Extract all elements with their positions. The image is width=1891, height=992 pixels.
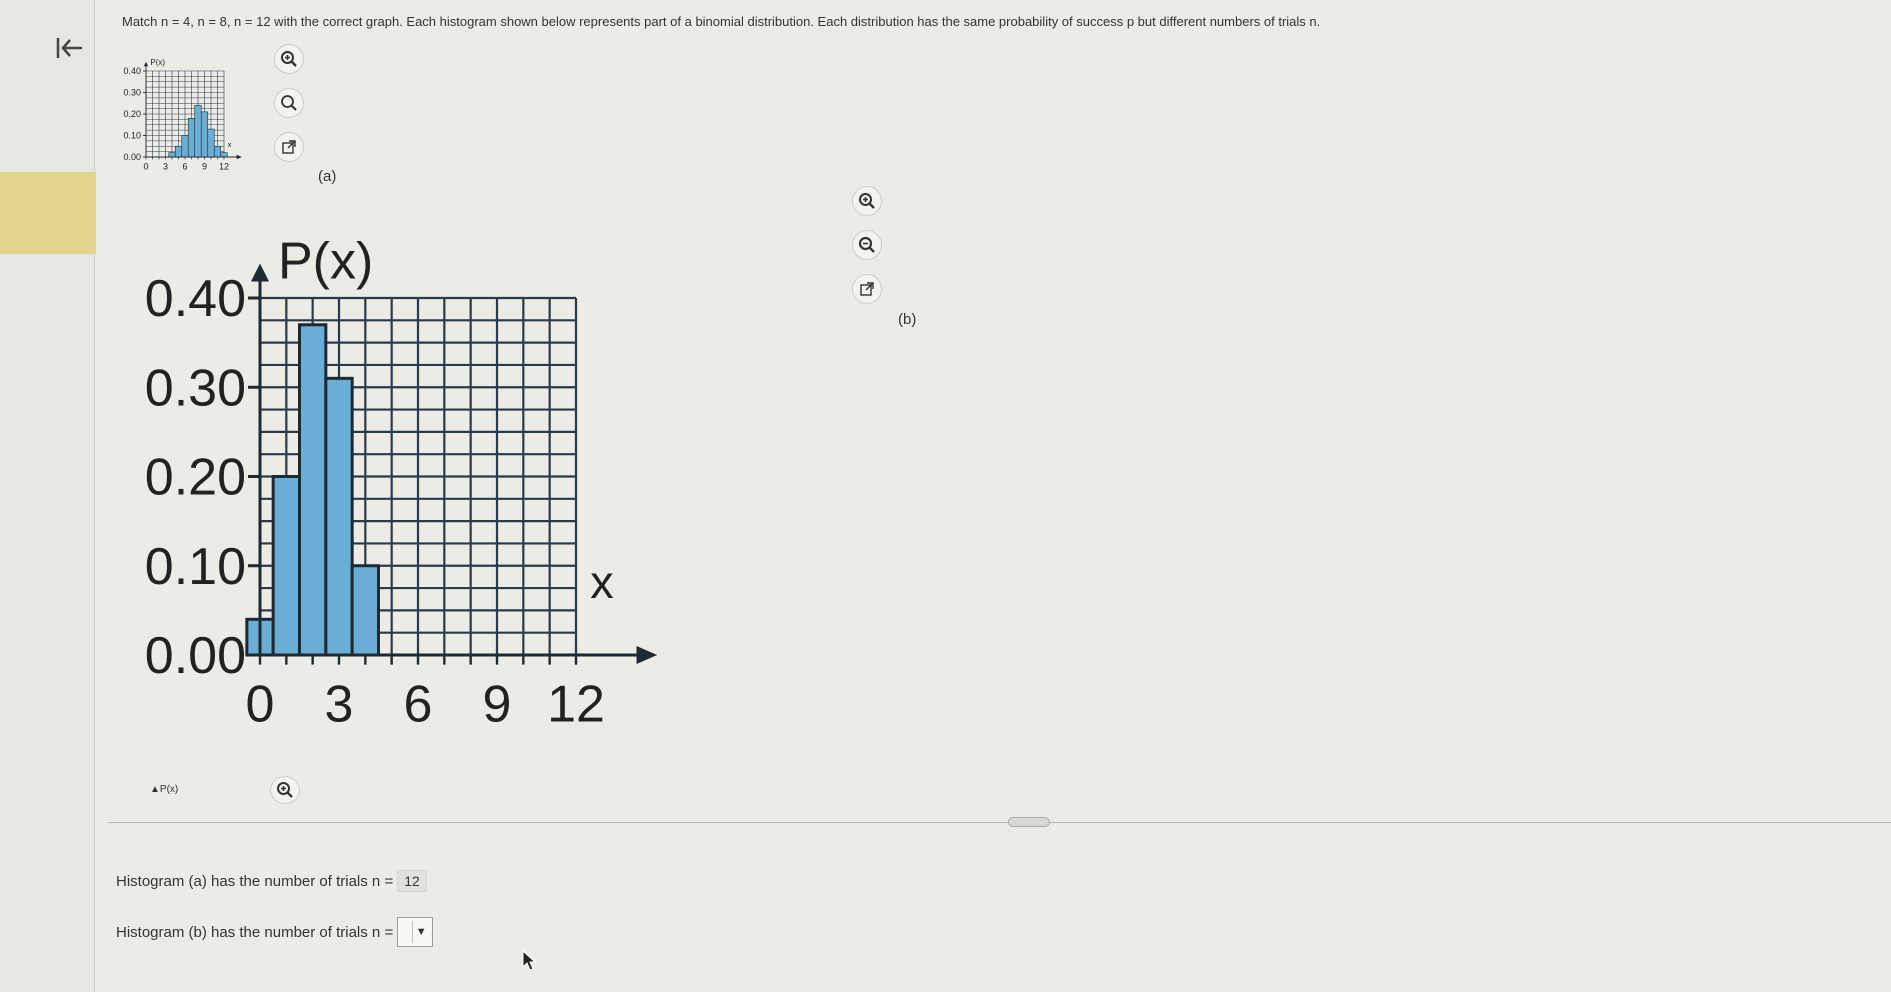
- answer-b-dropdown[interactable]: ▼: [397, 917, 434, 947]
- answer-b-text: Histogram (b) has the number of trials n…: [116, 923, 394, 941]
- y-tick-label: 0.20: [145, 449, 246, 507]
- x-axis-arrow-icon: [236, 154, 242, 160]
- histogram-b-zoom-in-button[interactable]: [852, 186, 882, 216]
- x-tick-label: 9: [483, 676, 512, 734]
- x-tick-label: 6: [404, 676, 433, 734]
- histogram-c-axis-text: P(x): [159, 784, 179, 795]
- n-value-1: n = 4: [161, 14, 191, 29]
- y-axis-label: P(x): [150, 58, 165, 67]
- resize-handle[interactable]: [1008, 817, 1050, 827]
- histogram-bar: [187, 118, 196, 158]
- x-tick-label: 9: [202, 161, 207, 171]
- x-tick-label: 12: [547, 676, 605, 734]
- axis-arrow-icon: ▲: [150, 784, 160, 795]
- histogram-bar: [220, 152, 228, 158]
- x-tick-label: 6: [182, 161, 187, 171]
- zoom-in-icon: [281, 51, 297, 67]
- y-axis-arrow-icon: [143, 61, 149, 67]
- y-tick-label: 0.30: [145, 359, 246, 417]
- popout-icon: [282, 140, 296, 154]
- panel-divider: [108, 822, 1891, 823]
- histogram-bar: [181, 135, 189, 158]
- y-tick-label: 0.20: [123, 109, 141, 119]
- histogram-b-zoom-out-button[interactable]: [852, 230, 882, 260]
- histogram-a-label: (a): [318, 168, 337, 185]
- histogram-c-zoom-in-button[interactable]: [270, 776, 300, 804]
- question-text: Match n = 4, n = 8, n = 12 with the corr…: [122, 14, 1321, 29]
- question-prefix: Match: [122, 14, 162, 29]
- histogram-b: 0.00 0.10 0.20 0.30 0.40 0 3 6 9 12 P(x) x: [145, 232, 658, 734]
- histogram-bar: [213, 145, 222, 158]
- question-suffix: with the correct graph. Each histogram s…: [270, 14, 1321, 29]
- x-tick-label: 3: [163, 161, 168, 171]
- x-axis-label: x: [590, 556, 613, 608]
- y-tick-label: 0.30: [123, 88, 141, 98]
- histogram-bar: [174, 145, 183, 158]
- histogram-a-zoom-in-button[interactable]: [274, 44, 304, 74]
- y-axis-arrow-icon: [251, 263, 269, 282]
- x-tick-label: 0: [246, 676, 275, 734]
- histogram-bar: [168, 152, 176, 158]
- y-tick-label: 0.40: [145, 270, 246, 328]
- x-tick-label: 3: [325, 676, 354, 734]
- histogram-bar: [298, 323, 328, 657]
- histogram-bar: [200, 111, 209, 158]
- histogram-a-zoom-out-button[interactable]: [274, 88, 304, 118]
- zoom-out-icon: [281, 95, 297, 111]
- histogram-a: 0.00 0.10 0.20 0.30 0.40 0 3 6 9 12 P(x) x: [123, 58, 242, 171]
- x-tick-label: 12: [219, 161, 229, 171]
- x-tick-label: 0: [143, 161, 148, 171]
- histogram-a-popout-button[interactable]: [274, 132, 304, 162]
- zoom-in-icon: [277, 782, 293, 798]
- x-axis-label: x: [228, 140, 232, 149]
- histogram-bar: [271, 475, 302, 657]
- y-tick-label: 0.00: [123, 152, 141, 162]
- histogram-bar: [324, 376, 354, 657]
- histogram-b-popout-button[interactable]: [852, 274, 882, 304]
- answer-a-value: 12: [397, 870, 427, 892]
- n-value-2: n = 8: [197, 14, 227, 29]
- y-axis-label: P(x): [278, 232, 373, 290]
- chevron-down-icon: ▼: [412, 921, 429, 943]
- zoom-in-icon: [859, 193, 875, 209]
- histogram-bar: [350, 564, 381, 657]
- n-value-3: n = 12: [234, 14, 271, 29]
- y-tick-label: 0.10: [123, 131, 141, 141]
- left-panel-highlight: [0, 172, 98, 254]
- y-tick-label: 0.40: [123, 66, 141, 76]
- back-button[interactable]: [52, 30, 88, 66]
- left-panel: [0, 0, 95, 992]
- histogram-bar: [207, 128, 215, 158]
- mouse-cursor-icon: [522, 950, 537, 971]
- answer-a-row: Histogram (a) has the number of trials n…: [116, 870, 427, 892]
- histogram-c-axis-label: ▲P(x): [150, 784, 178, 795]
- x-axis-arrow-icon: [636, 646, 658, 664]
- collapse-left-icon: [56, 38, 82, 58]
- popout-icon: [860, 282, 874, 296]
- histogram-b-label: (b): [898, 311, 917, 328]
- answer-a-text: Histogram (a) has the number of trials n…: [116, 872, 394, 890]
- y-tick-label: 0.00: [145, 627, 246, 685]
- y-tick-label: 0.10: [145, 538, 246, 596]
- histogram-bar: [194, 105, 202, 158]
- zoom-out-icon: [858, 236, 875, 253]
- answer-b-row: Histogram (b) has the number of trials n…: [116, 917, 434, 947]
